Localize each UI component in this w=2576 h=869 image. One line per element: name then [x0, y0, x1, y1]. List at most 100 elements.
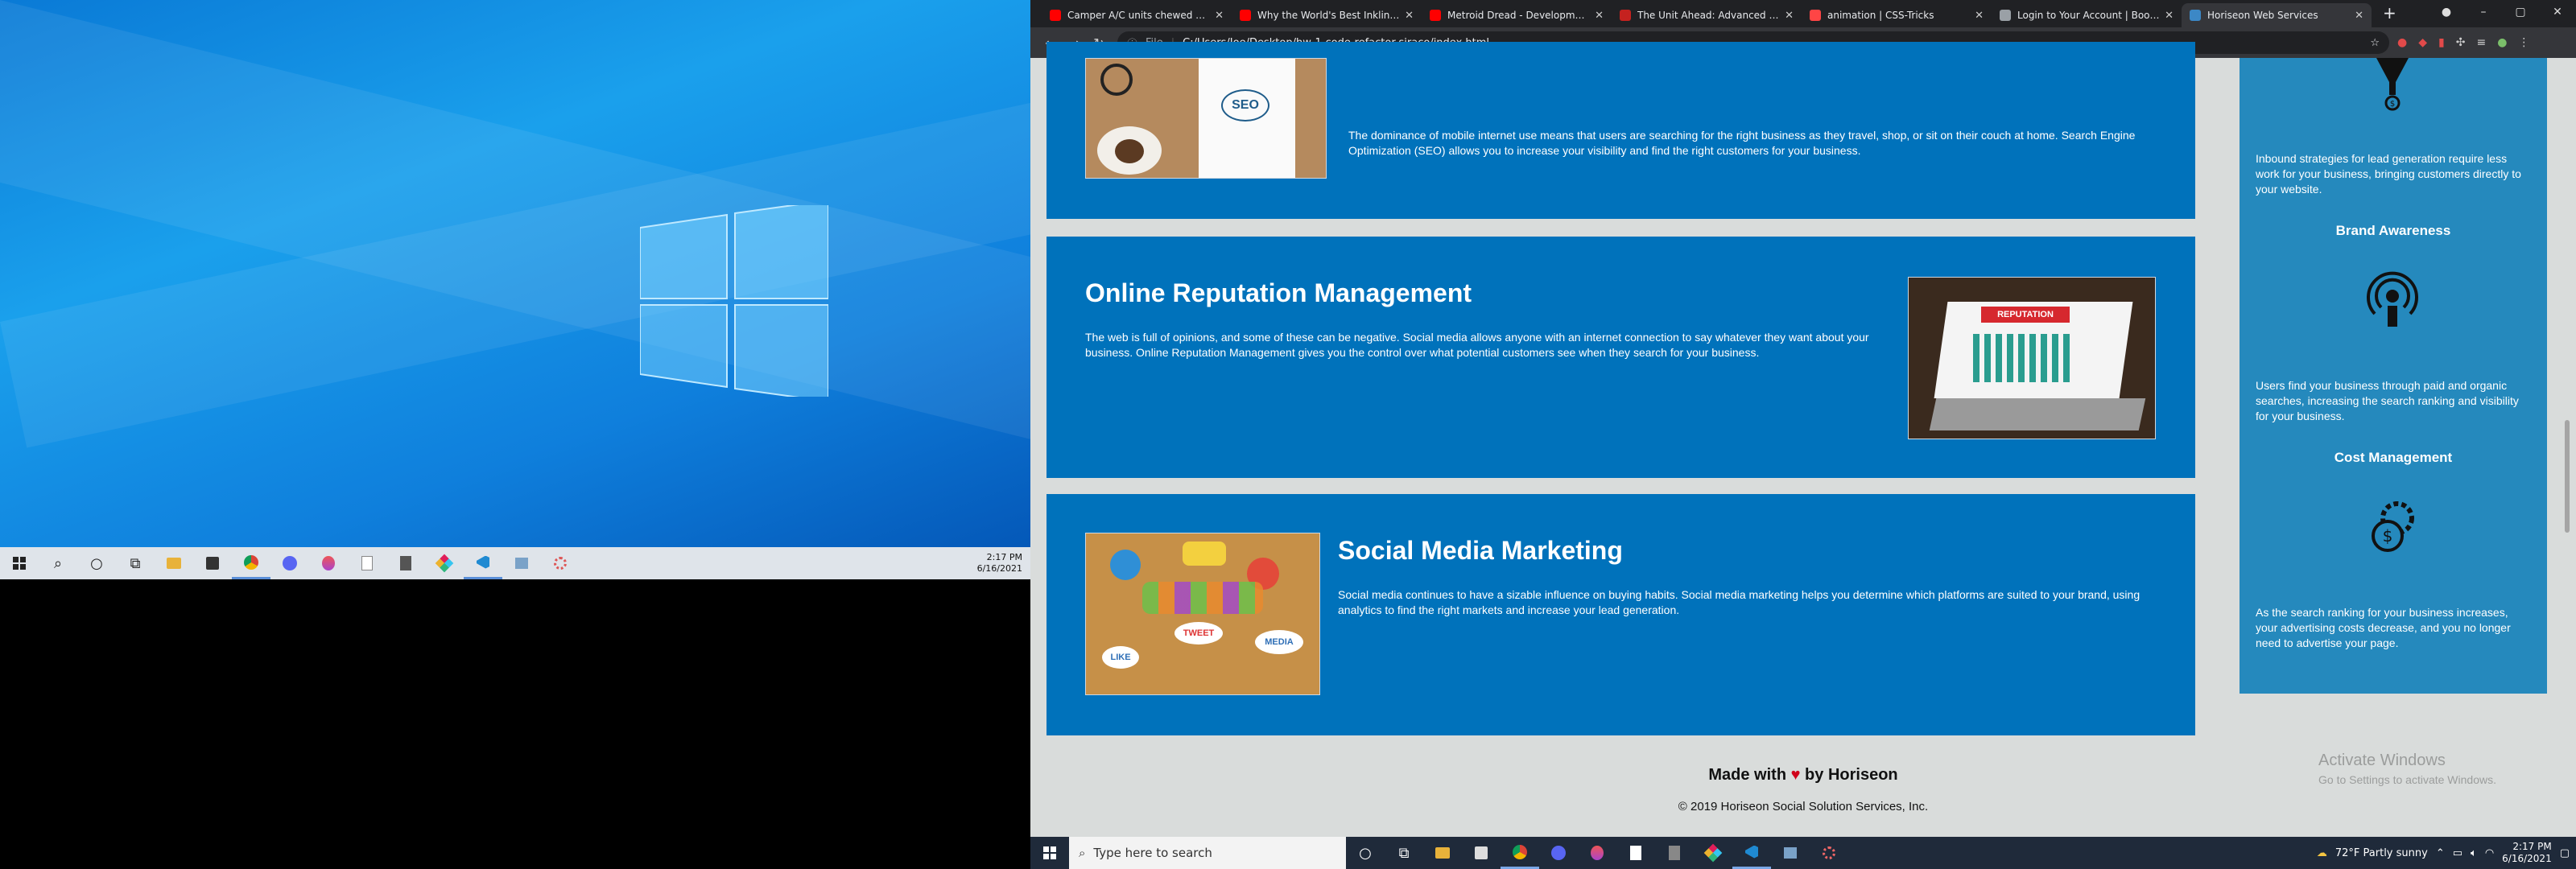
notifications-icon[interactable]: ▢	[2560, 847, 2570, 859]
seo-word: SEO	[1221, 89, 1269, 121]
tab-close-icon[interactable]: ✕	[1975, 10, 1984, 22]
cortana-icon[interactable]: ○	[77, 547, 116, 579]
copyright-text: © 2019 Horiseon Social Solution Services…	[1678, 800, 1929, 813]
app-icon[interactable]	[1578, 837, 1616, 869]
tab-close-icon[interactable]: ✕	[1215, 10, 1224, 22]
slack-icon[interactable]	[425, 547, 464, 579]
extension-icon[interactable]: ▮	[2438, 36, 2445, 49]
task-view-icon[interactable]: ⧉	[116, 547, 155, 579]
social-card: TWEET LIKE MEDIA Social Media Marketing …	[1046, 494, 2195, 735]
magnifier-shape	[1100, 64, 1133, 96]
tab-favicon-icon	[2190, 10, 2201, 21]
extension-icon[interactable]: ●	[2397, 36, 2407, 49]
new-tab-button[interactable]: +	[2372, 3, 2408, 27]
wifi-icon[interactable]: ◠	[2485, 847, 2494, 859]
menu-kebab-icon[interactable]: ⋮	[2518, 36, 2529, 49]
tab-title: Camper A/C units chewed off by	[1067, 10, 1211, 21]
vscode-icon[interactable]	[1732, 837, 1771, 869]
cost-management-title: Cost Management	[2334, 450, 2453, 465]
reputation-image: REPUTATION	[1908, 277, 2156, 439]
page-scrollbar-thumb[interactable]	[2565, 420, 2570, 533]
puzzle-extensions-icon[interactable]: ✣	[2456, 36, 2466, 49]
tab-favicon-icon	[1430, 10, 1441, 21]
vscode-icon[interactable]	[464, 547, 502, 579]
profile-avatar[interactable]: ●	[2497, 36, 2507, 49]
reputation-word: REPUTATION	[1981, 307, 2070, 323]
weather-text[interactable]: 72°F Partly sunny	[2335, 847, 2428, 859]
browser-tab[interactable]: animation | CSS-Tricks ✕	[1802, 3, 1992, 27]
browser-tab[interactable]: Camper A/C units chewed off by ✕	[1042, 3, 1232, 27]
tab-close-icon[interactable]: ✕	[2165, 10, 2174, 22]
maximize-icon[interactable]: ▢	[2502, 0, 2539, 24]
app-icon[interactable]	[1771, 837, 1810, 869]
task-view-icon[interactable]: ⧉	[1385, 837, 1423, 869]
bubble-shape	[1110, 550, 1141, 580]
activate-subtitle: Go to Settings to activate Windows.	[2318, 773, 2496, 786]
discord-icon[interactable]	[1539, 837, 1578, 869]
close-window-icon[interactable]: ✕	[2539, 0, 2576, 24]
seo-text: The dominance of mobile internet use mea…	[1348, 129, 2136, 157]
cost-management-icon: $	[2372, 501, 2414, 552]
file-explorer-icon[interactable]	[155, 547, 193, 579]
calculator-icon[interactable]	[386, 547, 425, 579]
browser-tab[interactable]: Login to Your Account | Bootcam ✕	[1992, 3, 2182, 27]
tab-favicon-icon	[1050, 10, 1061, 21]
app-icon[interactable]	[541, 547, 580, 579]
chrome-icon[interactable]	[232, 547, 270, 579]
clock-time: 2:17 PM	[2512, 841, 2552, 852]
weather-icon[interactable]: ☁	[2317, 847, 2327, 859]
icons-row-shape	[1142, 582, 1263, 614]
right-clock[interactable]: 2:17 PM 6/16/2021	[2502, 841, 2552, 865]
search-icon[interactable]: ⌕	[39, 547, 77, 579]
tab-close-icon[interactable]: ✕	[1405, 10, 1414, 22]
app-icon[interactable]	[502, 547, 541, 579]
discord-icon[interactable]	[270, 547, 309, 579]
chart-shape	[1973, 334, 2070, 382]
search-icon: ⌕	[1079, 846, 1086, 860]
tab-close-icon[interactable]: ✕	[1595, 10, 1604, 22]
tab-favicon-icon	[2000, 10, 2011, 21]
browser-tab[interactable]: Horiseon Web Services ✕	[2182, 3, 2372, 27]
taskbar-search-placeholder: Type here to search	[1093, 846, 1212, 860]
left-clock[interactable]: 2:17 PM 6/16/2021	[977, 552, 1022, 575]
windows-logo	[640, 205, 828, 397]
store-icon[interactable]	[1462, 837, 1501, 869]
cortana-icon[interactable]: ○	[1346, 837, 1385, 869]
app-icon[interactable]	[1810, 837, 1848, 869]
right-taskbar: ⌕ Type here to search ○ ⧉ ☁ 72°F Partly …	[1030, 837, 2576, 869]
reading-list-icon[interactable]: ≡	[2476, 36, 2486, 49]
app-icon[interactable]	[309, 547, 348, 579]
svg-text:$: $	[2390, 100, 2395, 109]
notepad-icon[interactable]	[1616, 837, 1655, 869]
windows-start-icon[interactable]	[1030, 837, 1069, 869]
volume-icon[interactable]: 🔈︎	[2471, 847, 2477, 859]
browser-tab[interactable]: The Unit Ahead: Advanced CSS ✕	[1612, 3, 1802, 27]
extension-icon[interactable]: ◆	[2418, 36, 2427, 49]
network-icon[interactable]: ▭	[2453, 847, 2462, 859]
file-explorer-icon[interactable]	[1423, 837, 1462, 869]
lead-generation-icon: $	[2376, 58, 2409, 111]
tab-favicon-icon	[1240, 10, 1251, 21]
social-image: TWEET LIKE MEDIA	[1085, 533, 1320, 695]
taskbar-search-box[interactable]: ⌕ Type here to search	[1069, 837, 1346, 869]
calculator-icon[interactable]	[1655, 837, 1694, 869]
reputation-text: The web is full of opinions, and some of…	[1085, 331, 1869, 359]
right-monitor: Camper A/C units chewed off by ✕ Why the W…	[1030, 0, 2576, 869]
minimize-icon[interactable]: –	[2465, 0, 2502, 24]
social-title: Social Media Marketing	[1338, 536, 1623, 565]
bubble-shape	[1183, 542, 1226, 566]
store-icon[interactable]	[193, 547, 232, 579]
bookmark-star-icon[interactable]: ☆	[2370, 37, 2380, 49]
tray-chevron-icon[interactable]: ⌃	[2436, 847, 2445, 859]
browser-tab[interactable]: Why the World's Best Inkling Pla ✕	[1232, 3, 1422, 27]
slack-icon[interactable]	[1694, 837, 1732, 869]
browser-tab[interactable]: Metroid Dread - Development Hi ✕	[1422, 3, 1612, 27]
chrome-icon[interactable]	[1501, 837, 1539, 869]
tab-close-icon[interactable]: ✕	[2355, 10, 2363, 22]
coffee-shape	[1115, 139, 1144, 163]
tab-title: Horiseon Web Services	[2207, 10, 2318, 21]
notepad-icon[interactable]	[348, 547, 386, 579]
profile-icon[interactable]: ●	[2428, 0, 2465, 24]
windows-start-icon[interactable]	[0, 547, 39, 579]
tab-close-icon[interactable]: ✕	[1785, 10, 1794, 22]
